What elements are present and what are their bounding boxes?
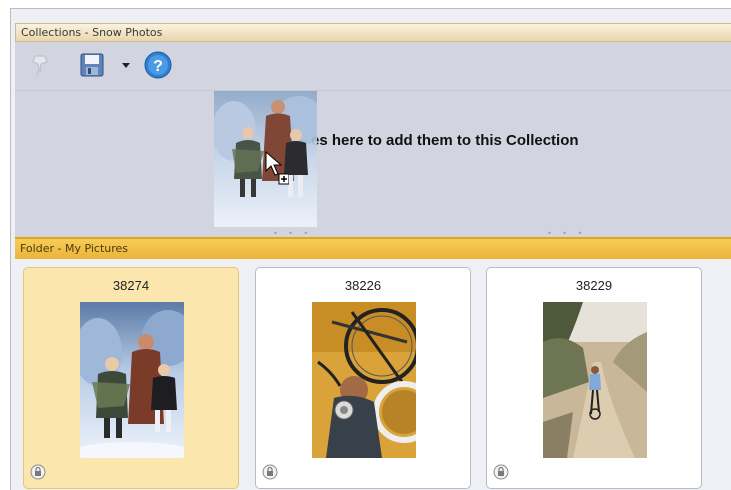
collection-drop-zone[interactable]: es here to add them to this Collection •…	[15, 90, 731, 239]
photo-tile-label: 38274	[112, 278, 150, 293]
bicycle-man-thumbnail	[312, 302, 416, 458]
folder-header: Folder - My Pictures	[15, 237, 731, 259]
photo-grid: 38274 38226 38229	[15, 259, 731, 490]
collections-header: Collections - Snow Photos	[15, 23, 731, 42]
photo-tile-label: 38226	[344, 278, 382, 293]
pin-button[interactable]	[25, 50, 55, 80]
photo-tile[interactable]: 38226	[255, 267, 471, 489]
help-button[interactable]: ?	[143, 50, 173, 80]
save-dropdown-button[interactable]	[119, 50, 133, 80]
photo-tile[interactable]: 38274	[23, 267, 239, 489]
collections-toolbar: ?	[15, 42, 731, 90]
photo-tile[interactable]: 38229	[486, 267, 702, 489]
app-window: Collections - Snow Photos ? es here to a…	[10, 8, 731, 490]
cyclist-road-thumbnail	[543, 302, 647, 458]
pin-icon	[32, 55, 48, 77]
dropdown-arrow-icon	[122, 63, 130, 68]
save-icon	[80, 53, 104, 77]
lock-icon[interactable]	[30, 464, 46, 480]
photo-thumbnail[interactable]	[543, 302, 647, 458]
lock-icon[interactable]	[262, 464, 278, 480]
photo-thumbnail[interactable]	[312, 302, 416, 458]
snow-children-thumbnail	[80, 302, 184, 458]
photo-thumbnail[interactable]	[80, 302, 184, 458]
help-icon: ?	[144, 51, 172, 79]
drop-zone-instruction: es here to add them to this Collection	[311, 132, 579, 149]
svg-text:?: ?	[153, 58, 163, 75]
save-button[interactable]	[77, 50, 107, 80]
lock-icon[interactable]	[493, 464, 509, 480]
photo-tile-label: 38229	[575, 278, 613, 293]
drag-cursor-icon	[265, 150, 290, 189]
